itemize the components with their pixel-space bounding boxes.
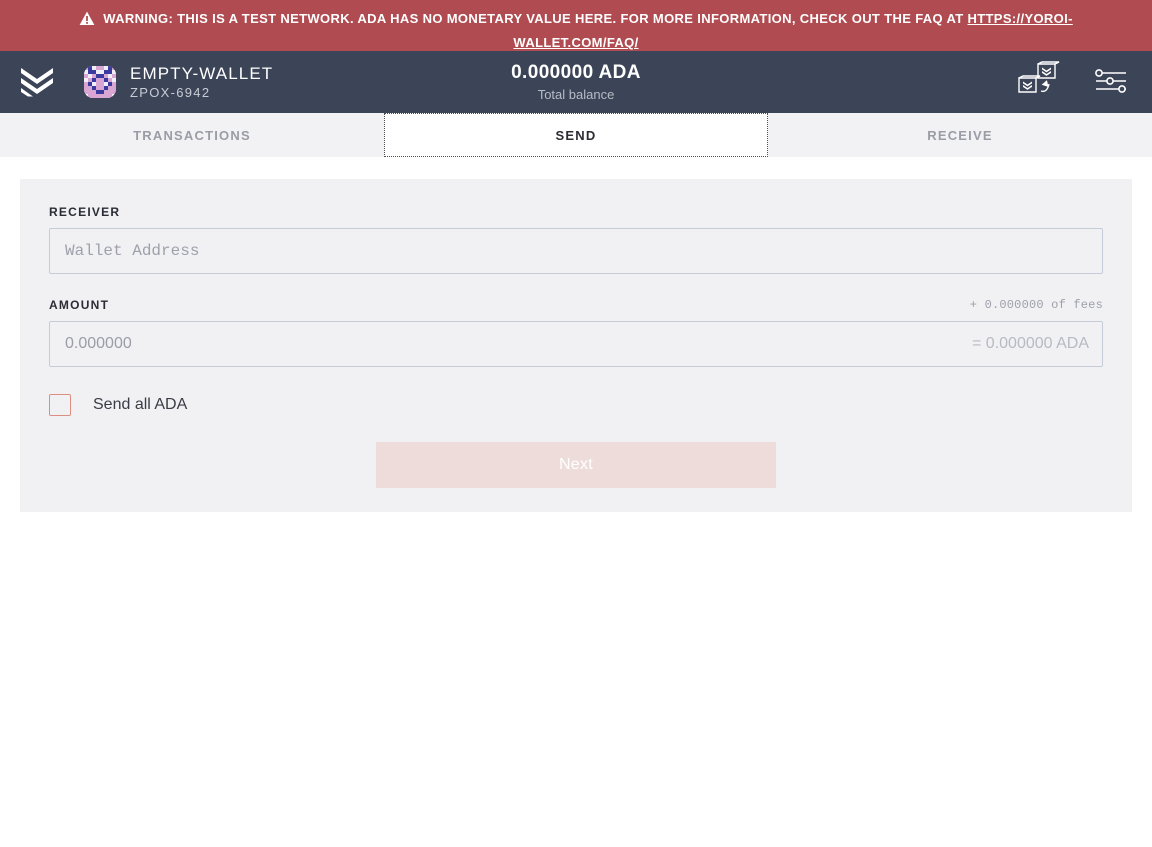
yoroi-chevron-logo-icon[interactable] xyxy=(14,61,60,103)
wallet-name: EMPTY-WALLET xyxy=(130,63,274,83)
amount-field-row: = 0.000000 ADA xyxy=(49,321,1103,367)
receiver-input[interactable] xyxy=(49,228,1103,274)
tab-send[interactable]: SEND xyxy=(384,113,768,157)
warning-banner-text: WARNING: THIS IS A TEST NETWORK. ADA HAS… xyxy=(103,11,968,26)
test-network-warning-banner: WARNING: THIS IS A TEST NETWORK. ADA HAS… xyxy=(0,0,1152,51)
receiver-label: RECEIVER xyxy=(49,205,121,219)
amount-label: AMOUNT xyxy=(49,298,110,312)
wallet-identicon-avatar xyxy=(84,65,116,98)
tab-receive[interactable]: RECEIVE xyxy=(768,113,1152,157)
wallet-summary[interactable]: EMPTY-WALLET ZPOX-6942 xyxy=(84,64,273,101)
settings-button[interactable] xyxy=(1092,66,1130,99)
amount-total-value: = 0.000000 ADA xyxy=(972,335,1089,352)
navbar-actions xyxy=(1014,59,1130,106)
amount-input[interactable] xyxy=(50,322,973,366)
next-button[interactable]: Next xyxy=(376,442,776,488)
top-navbar: EMPTY-WALLET ZPOX-6942 0.000000 ADA Tota… xyxy=(0,51,1152,121)
page-body: RECEIVER AMOUNT + 0.000000 of fees = 0.0… xyxy=(0,157,1152,512)
wallet-tabbar: TRANSACTIONS SEND RECEIVE xyxy=(0,113,1152,157)
submit-row: Next xyxy=(49,442,1103,488)
wallet-switch-icon xyxy=(1016,60,1062,104)
wallet-plate-id: ZPOX-6942 xyxy=(130,84,211,100)
warning-triangle-icon xyxy=(79,11,95,32)
fees-note: + 0.000000 of fees xyxy=(969,298,1103,312)
amount-header: AMOUNT + 0.000000 of fees xyxy=(49,298,1103,312)
send-all-row: Send all ADA xyxy=(49,394,1103,416)
send-all-checkbox[interactable] xyxy=(49,394,71,416)
switch-wallet-button[interactable] xyxy=(1014,59,1064,106)
send-form-card: RECEIVER AMOUNT + 0.000000 of fees = 0.0… xyxy=(20,179,1132,512)
settings-sliders-icon xyxy=(1094,68,1128,97)
tab-transactions[interactable]: TRANSACTIONS xyxy=(0,113,384,157)
send-all-label: Send all ADA xyxy=(93,396,188,413)
